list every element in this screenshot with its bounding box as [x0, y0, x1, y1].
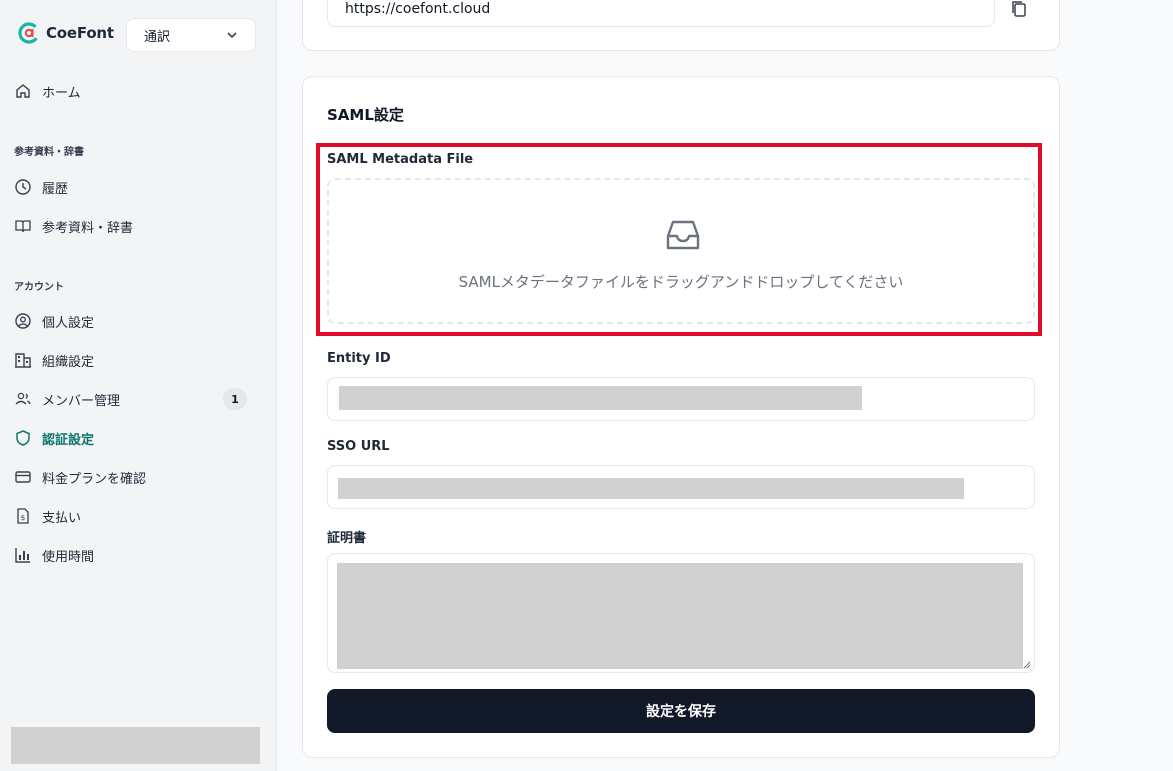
- metadata-dropzone[interactable]: SAMLメタデータファイルをドラッグアンドドロップしてください: [327, 178, 1035, 324]
- sidebar-item-organization[interactable]: 組織設定: [14, 346, 264, 374]
- svg-text:$: $: [21, 514, 25, 522]
- bar-chart-icon: [15, 548, 30, 563]
- sidebar-item-home[interactable]: ホーム: [14, 77, 264, 105]
- sidebar-item-label: 使用時間: [42, 549, 95, 565]
- sidebar-item-label: ホーム: [42, 85, 81, 101]
- save-settings-button[interactable]: 設定を保存: [327, 689, 1035, 733]
- redacted-value: [339, 386, 862, 410]
- sso-url-input[interactable]: [327, 465, 1035, 509]
- sidebar-item-label: 料金プランを確認: [42, 471, 147, 487]
- url-card: https://coefont.cloud: [302, 0, 1060, 51]
- section-label-reference: 参考資料・辞書: [14, 147, 84, 158]
- entity-id-label: Entity ID: [327, 351, 391, 366]
- mode-select-value: 通訳: [144, 29, 171, 45]
- clock-icon: [15, 179, 31, 195]
- url-field[interactable]: https://coefont.cloud: [327, 0, 995, 27]
- credit-card-icon: [15, 471, 31, 483]
- sidebar-item-personal[interactable]: 個人設定: [14, 307, 264, 335]
- sidebar-item-plan[interactable]: 料金プランを確認: [14, 463, 264, 491]
- entity-id-input[interactable]: [327, 377, 1035, 421]
- sidebar-item-reference[interactable]: 参考資料・辞書: [14, 212, 264, 240]
- metadata-file-label: SAML Metadata File: [327, 152, 474, 167]
- mode-select[interactable]: 通訳: [126, 18, 256, 52]
- receipt-dollar-icon: $: [17, 508, 29, 524]
- members-count-badge: 1: [223, 388, 247, 410]
- shield-icon: [16, 430, 30, 446]
- sso-url-label: SSO URL: [327, 439, 390, 454]
- book-open-icon: [15, 220, 31, 233]
- sidebar-item-label: 個人設定: [42, 315, 95, 331]
- redacted-value: [337, 563, 1023, 669]
- sidebar: CoeFont 通訳 ホーム 参考資料・辞書 履歴 参考資料・辞書 アカウント …: [0, 0, 277, 771]
- sidebar-item-label: 履歴: [42, 181, 69, 197]
- sidebar-item-label: 認証設定: [42, 432, 95, 448]
- user-account-area-redacted[interactable]: [11, 727, 260, 764]
- users-icon: [15, 392, 31, 405]
- certificate-textarea[interactable]: [327, 553, 1035, 673]
- building-icon: [15, 353, 31, 368]
- chevron-down-icon: [227, 32, 237, 39]
- brand-logo[interactable]: CoeFont: [18, 22, 114, 44]
- sidebar-item-label: メンバー管理: [42, 393, 121, 409]
- coefont-logo-icon: [18, 22, 40, 44]
- sidebar-item-payment[interactable]: $ 支払い: [14, 502, 264, 530]
- certificate-label: 証明書: [327, 531, 367, 546]
- redacted-value: [338, 478, 964, 499]
- sidebar-item-usage[interactable]: 使用時間: [14, 541, 264, 569]
- sidebar-item-label: 組織設定: [42, 354, 95, 370]
- url-value: https://coefont.cloud: [345, 1, 491, 17]
- inbox-icon: [666, 220, 700, 250]
- sidebar-item-label: 参考資料・辞書: [42, 220, 134, 236]
- sidebar-item-auth[interactable]: 認証設定: [14, 424, 264, 452]
- dropzone-instruction: SAMLメタデータファイルをドラッグアンドドロップしてください: [458, 273, 904, 291]
- saml-settings-title: SAML設定: [327, 106, 404, 124]
- home-icon: [16, 84, 30, 98]
- section-label-account: アカウント: [14, 282, 64, 293]
- sidebar-item-history[interactable]: 履歴: [14, 173, 264, 201]
- copy-icon[interactable]: [1009, 0, 1029, 19]
- sidebar-item-label: 支払い: [42, 510, 82, 526]
- sidebar-item-members[interactable]: メンバー管理 1: [14, 385, 264, 413]
- user-circle-icon: [15, 313, 31, 329]
- brand-name: CoeFont: [46, 24, 114, 42]
- resize-handle-icon[interactable]: [1023, 661, 1031, 669]
- saml-settings-card: SAML設定 SAML Metadata File SAMLメタデータファイルを…: [302, 76, 1060, 758]
